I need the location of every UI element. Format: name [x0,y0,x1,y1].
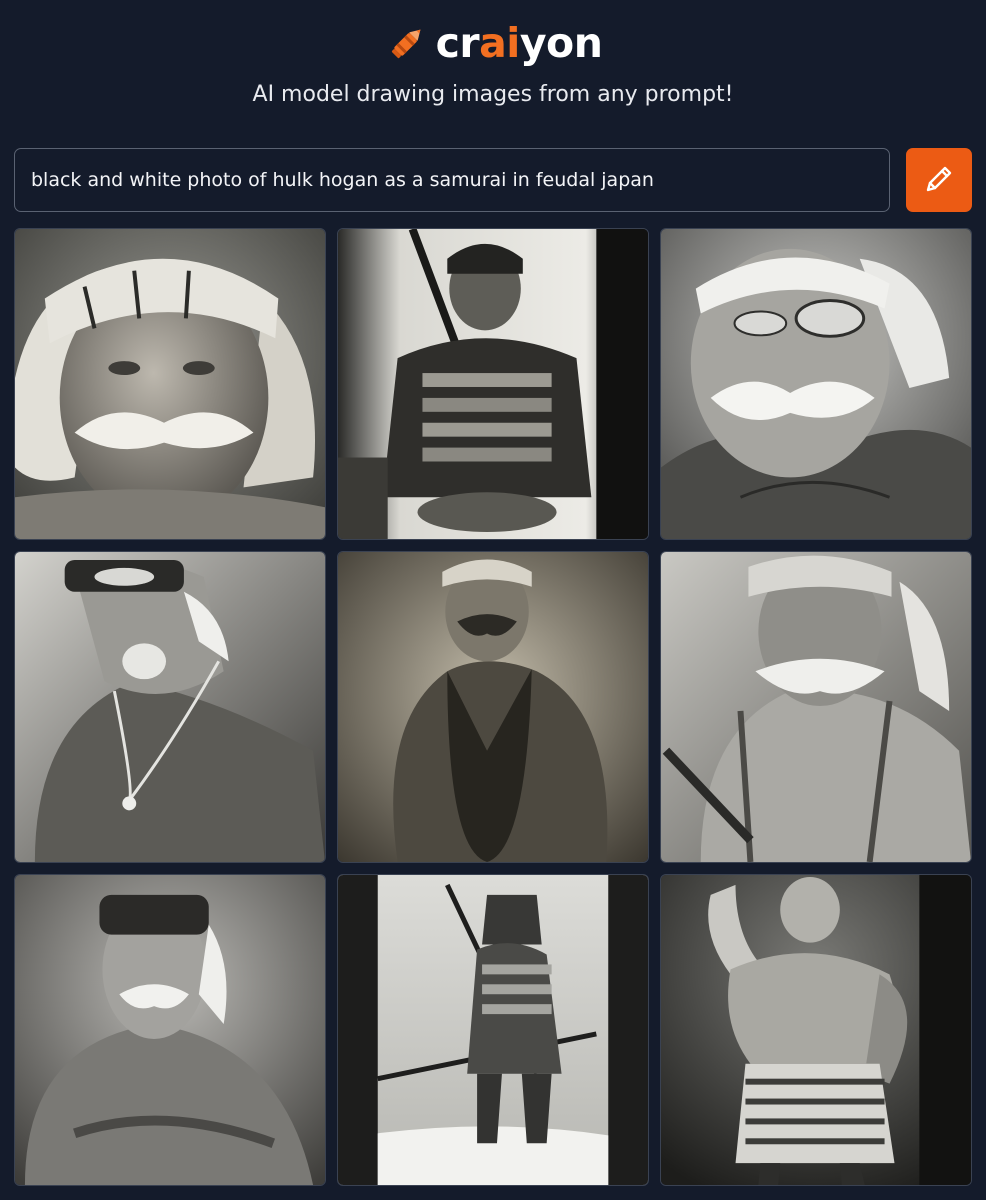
result-image[interactable] [660,228,972,540]
pencil-icon [922,162,956,199]
generated-image [15,552,325,862]
generated-image [661,229,971,539]
result-image[interactable] [337,874,649,1186]
draw-button[interactable] [906,148,972,212]
result-image[interactable] [660,874,972,1186]
brand-name-accent: ai [479,18,520,67]
brand-name-prefix: cr [435,18,480,67]
generated-image [661,552,971,862]
crayon-icon [384,20,430,66]
prompt-input[interactable] [14,148,890,212]
result-image[interactable] [14,874,326,1186]
result-image[interactable] [337,228,649,540]
generated-image [338,552,648,862]
prompt-bar [14,148,972,212]
result-image[interactable] [14,228,326,540]
brand-logo[interactable]: craiyon [0,14,986,72]
generated-image [15,229,325,539]
results-grid [14,228,972,1186]
result-image[interactable] [660,551,972,863]
generated-image [15,875,325,1185]
generated-image [661,875,971,1185]
generated-image [338,229,648,539]
tagline: AI model drawing images from any prompt! [252,82,734,107]
brand-name: craiyon [436,22,603,64]
result-image[interactable] [14,551,326,863]
result-image[interactable] [337,551,649,863]
craiyon-page: craiyon AI model drawing images from any… [0,0,986,1200]
brand-name-suffix: yon [519,18,603,67]
generated-image [338,875,648,1185]
